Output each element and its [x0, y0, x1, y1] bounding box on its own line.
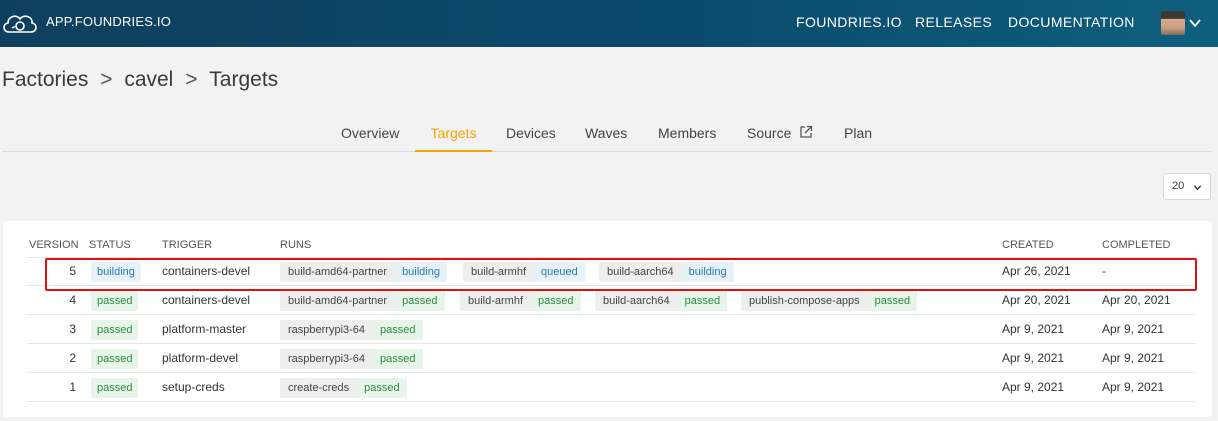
breadcrumb-factory-name[interactable]: cavel	[124, 68, 173, 92]
run-status-badge: passed	[357, 378, 407, 398]
row-version: 1	[69, 380, 76, 394]
row-completed: -	[1102, 264, 1106, 278]
tab-members[interactable]: Members	[658, 114, 716, 152]
row-version: 5	[69, 264, 76, 278]
page-size-value: 20	[1172, 180, 1185, 192]
tab-source-label: Source	[747, 125, 792, 141]
tab-plan[interactable]: Plan	[844, 114, 872, 152]
header-version: VERSION	[29, 239, 79, 251]
row-completed: Apr 9, 2021	[1102, 351, 1165, 365]
row-version: 4	[69, 293, 76, 307]
row-version: 3	[69, 322, 76, 336]
run-chip[interactable]: build-armhf queued	[463, 262, 585, 282]
breadcrumb-factories[interactable]: Factories	[2, 68, 88, 92]
run-chip[interactable]: build-aarch64 passed	[595, 291, 728, 311]
top-navbar: APP.FOUNDRIES.IO FOUNDRIES.IO RELEASES D…	[0, 0, 1218, 47]
brand-link[interactable]: APP.FOUNDRIES.IO	[46, 14, 171, 29]
row-trigger: containers-devel	[162, 264, 251, 278]
run-chip[interactable]: build-amd64-partner building	[280, 262, 447, 282]
run-name: build-amd64-partner	[288, 266, 388, 278]
row-completed: Apr 20, 2021	[1102, 293, 1171, 307]
run-status-badge: building	[681, 262, 734, 282]
page-size-select[interactable]: 20	[1163, 173, 1211, 200]
run-chip[interactable]: create-creds passed	[280, 378, 407, 398]
run-chip[interactable]: build-armhf passed	[460, 291, 581, 311]
header-runs: RUNS	[280, 239, 312, 251]
breadcrumb-separator: >	[185, 68, 198, 91]
tab-devices[interactable]: Devices	[506, 114, 556, 152]
tab-source[interactable]: Source	[747, 114, 813, 152]
status-badge: passed	[91, 291, 139, 311]
row-created: Apr 9, 2021	[1002, 351, 1065, 365]
tab-targets[interactable]: Targets	[415, 114, 492, 152]
run-name: build-amd64-partner	[288, 295, 388, 307]
run-status-badge: queued	[534, 262, 585, 282]
run-chip[interactable]: raspberrypi3-64 passed	[280, 349, 423, 369]
run-chip[interactable]: raspberrypi3-64 passed	[280, 320, 423, 340]
row-version: 2	[69, 351, 76, 365]
run-status-badge: passed	[677, 291, 728, 311]
run-status-badge: passed	[373, 320, 423, 340]
nav-releases-link[interactable]: RELEASES	[915, 14, 992, 30]
run-name: build-armhf	[468, 295, 524, 307]
status-badge: passed	[91, 349, 139, 369]
chevron-down-icon	[1193, 185, 1202, 191]
status-badge: building	[91, 262, 141, 282]
row-trigger: platform-devel	[162, 351, 239, 365]
chevron-down-icon[interactable]	[1188, 16, 1202, 30]
row-created: Apr 20, 2021	[1002, 293, 1071, 307]
tab-waves[interactable]: Waves	[585, 114, 627, 152]
nav-foundries-link[interactable]: FOUNDRIES.IO	[796, 14, 902, 30]
user-avatar[interactable]	[1161, 11, 1185, 35]
run-name: build-aarch64	[603, 295, 670, 307]
run-chip[interactable]: build-aarch64 building	[599, 262, 734, 282]
row-completed: Apr 9, 2021	[1102, 380, 1165, 394]
run-status-badge: passed	[531, 291, 581, 311]
row-trigger: setup-creds	[162, 380, 225, 394]
nav-documentation-link[interactable]: DOCUMENTATION	[1008, 14, 1135, 30]
run-name: build-armhf	[471, 266, 527, 278]
tab-overview[interactable]: Overview	[341, 114, 399, 152]
status-badge: passed	[91, 378, 139, 398]
run-status-badge: passed	[867, 291, 918, 311]
run-chip[interactable]: publish-compose-apps passed	[741, 291, 918, 311]
factory-tabs: Overview Targets Devices Waves Members S…	[2, 114, 1212, 152]
external-link-icon	[800, 125, 813, 138]
header-completed: COMPLETED	[1102, 239, 1171, 251]
header-status: STATUS	[89, 239, 131, 251]
run-name: raspberrypi3-64	[288, 353, 366, 365]
row-created: Apr 9, 2021	[1002, 380, 1065, 394]
run-name: raspberrypi3-64	[288, 324, 366, 336]
run-status-badge: passed	[373, 349, 423, 369]
status-badge: passed	[91, 320, 139, 340]
row-trigger: platform-master	[162, 322, 247, 336]
cloud-icon[interactable]	[0, 8, 40, 38]
run-name: publish-compose-apps	[749, 295, 860, 307]
row-created: Apr 26, 2021	[1002, 264, 1071, 278]
header-created: CREATED	[1002, 239, 1054, 251]
breadcrumb-current: Targets	[209, 68, 279, 91]
header-trigger: TRIGGER	[162, 239, 213, 251]
row-completed: Apr 9, 2021	[1102, 322, 1165, 336]
run-name: create-creds	[288, 382, 350, 394]
run-name: build-aarch64	[607, 266, 674, 278]
row-trigger: containers-devel	[162, 293, 251, 307]
breadcrumb: Factories > cavel > Targets	[2, 68, 278, 92]
row-created: Apr 9, 2021	[1002, 322, 1065, 336]
breadcrumb-separator: >	[100, 68, 113, 91]
run-status-badge: building	[395, 262, 447, 282]
run-chip[interactable]: build-amd64-partner passed	[280, 291, 445, 311]
run-status-badge: passed	[395, 291, 445, 311]
